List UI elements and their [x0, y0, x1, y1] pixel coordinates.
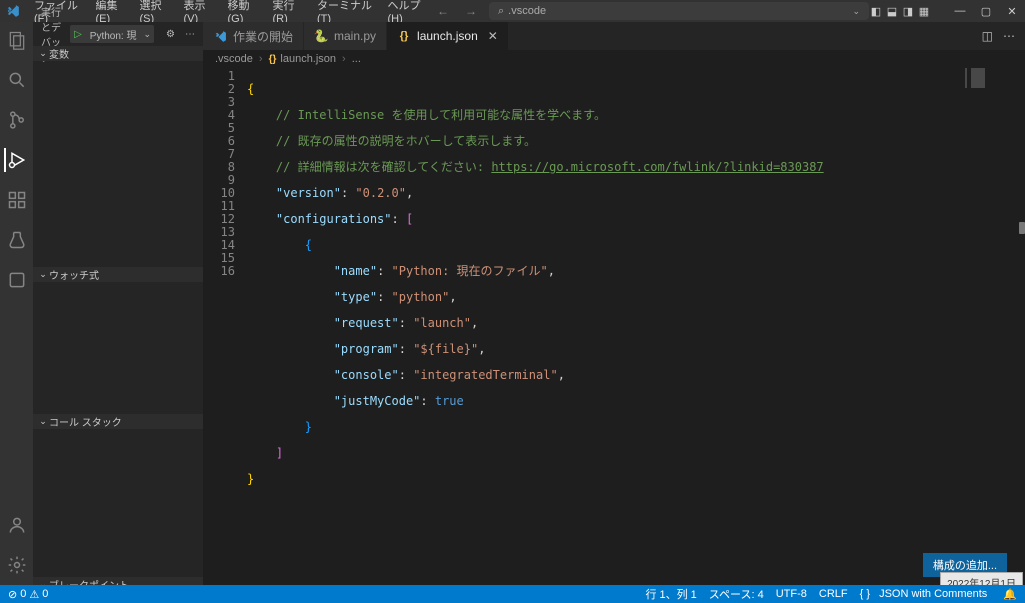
section-variables-body: [33, 61, 203, 267]
title-bar: ファイル(F) 編集(E) 選択(S) 表示(V) 移動(G) 実行(R) ター…: [0, 0, 1025, 22]
code-content[interactable]: { // IntelliSense を使用して利用可能な属性を学べます。 // …: [247, 68, 1025, 585]
customize-layout-icon[interactable]: ▦: [917, 4, 931, 18]
debug-config-select[interactable]: ▷ Python: 現 ⌄: [70, 25, 154, 43]
warning-icon: ⚠: [29, 588, 39, 601]
tab-label: main.py: [334, 29, 376, 43]
tab-welcome[interactable]: 作業の開始: [203, 22, 304, 50]
status-bar: ⊘0 ⚠0 行 1、列 1 スペース: 4 UTF-8 CRLF { } JSO…: [0, 585, 1025, 603]
debug-more-icon[interactable]: ⋯: [185, 29, 195, 40]
breadcrumbs[interactable]: .vscode › {}launch.json › ...: [203, 50, 1025, 68]
activity-explorer-icon[interactable]: [5, 28, 29, 52]
chevron-right-icon: ›: [342, 53, 346, 65]
section-callstack-body: [33, 429, 203, 577]
debug-toolbar: 実行とデバッグ ▷ Python: 現 ⌄ ⚙ ⋯: [33, 22, 203, 46]
section-variables-header[interactable]: ⌄変数: [33, 46, 203, 61]
toggle-panel-icon[interactable]: ⬓: [885, 4, 899, 18]
activity-run-debug-icon[interactable]: [4, 148, 28, 172]
breadcrumb-folder[interactable]: .vscode: [215, 53, 253, 65]
tab-label: 作業の開始: [233, 28, 293, 45]
vscode-logo-icon: [6, 4, 20, 19]
activity-settings-icon[interactable]: [5, 553, 29, 577]
status-language[interactable]: { } JSON with Comments: [860, 588, 988, 600]
line-numbers: 12345678910111213141516: [203, 68, 247, 585]
titlebar-center: ← → ⌕ .vscode ⌄: [433, 2, 869, 20]
activity-extra-icon[interactable]: [5, 268, 29, 292]
breadcrumb-file[interactable]: {}launch.json: [269, 53, 336, 65]
titlebar-right: ◧ ⬓ ◨ ▦ — ▢ ✕: [869, 4, 1019, 18]
close-tab-icon[interactable]: ✕: [488, 29, 498, 43]
search-icon: ⌕: [498, 5, 504, 17]
section-watch-body: [33, 282, 203, 414]
status-problems[interactable]: ⊘0 ⚠0: [8, 588, 48, 601]
section-watch-label: ウォッチ式: [49, 267, 99, 282]
activity-search-icon[interactable]: [5, 68, 29, 92]
chevron-down-icon: ⌄: [37, 48, 49, 59]
chevron-down-icon: ⌄: [852, 6, 860, 17]
command-center-search[interactable]: ⌕ .vscode ⌄: [489, 2, 869, 20]
breadcrumb-part[interactable]: ...: [352, 53, 361, 65]
editor-area: 作業の開始 🐍 main.py {} launch.json ✕ ◫ ⋯ .vs…: [203, 22, 1025, 585]
status-eol[interactable]: CRLF: [819, 588, 848, 600]
status-encoding[interactable]: UTF-8: [776, 588, 807, 600]
tab-more-icon[interactable]: ⋯: [1003, 29, 1015, 43]
activity-extensions-icon[interactable]: [5, 188, 29, 212]
code-editor[interactable]: 12345678910111213141516 { // IntelliSens…: [203, 68, 1025, 585]
activity-accounts-icon[interactable]: [5, 513, 29, 537]
notifications-icon[interactable]: 🔔: [1003, 588, 1017, 601]
chevron-down-icon: ⌄: [140, 29, 154, 40]
nav-back-icon[interactable]: ←: [433, 4, 453, 18]
tab-launch-json[interactable]: {} launch.json ✕: [387, 22, 509, 50]
activity-testing-icon[interactable]: [5, 228, 29, 252]
debug-sidebar: 実行とデバッグ ▷ Python: 現 ⌄ ⚙ ⋯ ⌄変数 ⌄ウォッチ式 ⌄コー…: [33, 22, 203, 585]
python-file-icon: 🐍: [314, 29, 328, 43]
error-icon: ⊘: [8, 588, 17, 601]
activity-bar: [0, 22, 33, 585]
section-callstack-header[interactable]: ⌄コール スタック: [33, 414, 203, 429]
section-variables-label: 変数: [49, 46, 69, 61]
window-close-button[interactable]: ✕: [1005, 4, 1019, 18]
status-line-col[interactable]: 行 1、列 1: [645, 586, 696, 602]
chevron-down-icon: ⌄: [37, 416, 49, 427]
overview-ruler-marker: [1019, 222, 1025, 234]
layout-controls: ◧ ⬓ ◨ ▦: [869, 4, 931, 18]
start-debug-icon[interactable]: ▷: [70, 29, 86, 40]
split-editor-icon[interactable]: ◫: [982, 29, 993, 43]
json-file-icon: {}: [269, 54, 277, 65]
debug-config-name: Python: 現: [86, 27, 141, 42]
minimap[interactable]: [965, 68, 1021, 92]
toggle-primary-sidebar-icon[interactable]: ◧: [869, 4, 883, 18]
window-minimize-button[interactable]: —: [953, 4, 967, 18]
chevron-down-icon: ⌄: [37, 269, 49, 280]
tab-main-py[interactable]: 🐍 main.py: [304, 22, 387, 50]
window-controls: — ▢ ✕: [953, 4, 1019, 18]
nav-forward-icon[interactable]: →: [461, 4, 481, 18]
editor-tabs: 作業の開始 🐍 main.py {} launch.json ✕ ◫ ⋯: [203, 22, 1025, 50]
vscode-icon: [213, 29, 227, 43]
window-maximize-button[interactable]: ▢: [979, 4, 993, 18]
debug-settings-icon[interactable]: ⚙: [166, 29, 175, 40]
tab-label: launch.json: [417, 29, 478, 43]
toggle-secondary-sidebar-icon[interactable]: ◨: [901, 4, 915, 18]
section-callstack-label: コール スタック: [49, 414, 122, 429]
status-indent[interactable]: スペース: 4: [709, 586, 764, 602]
activity-sourcecontrol-icon[interactable]: [5, 108, 29, 132]
chevron-right-icon: ›: [259, 53, 263, 65]
search-text: .vscode: [508, 5, 546, 17]
section-watch-header[interactable]: ⌄ウォッチ式: [33, 267, 203, 282]
json-file-icon: {}: [397, 29, 411, 43]
